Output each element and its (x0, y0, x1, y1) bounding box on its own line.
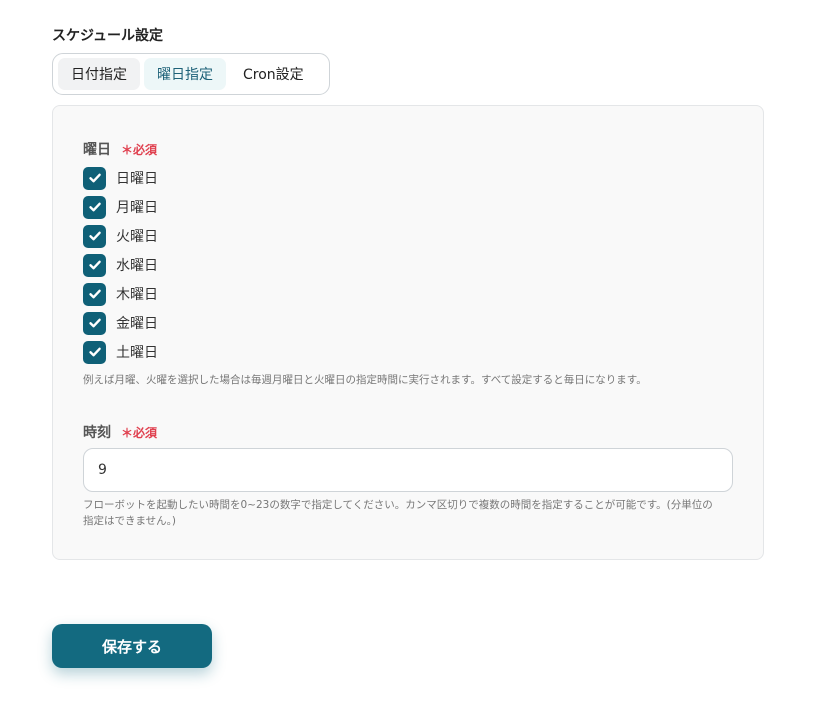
checkbox-label: 月曜日 (116, 200, 158, 216)
section-title: スケジュール設定 (52, 28, 164, 44)
checkbox-checked-icon[interactable] (83, 282, 106, 306)
schedule-type-tabs: 日付指定 曜日指定 Cron設定 (52, 53, 330, 95)
settings-panel: 曜日 ＊必須 日曜日 月曜日 火曜日 水曜日 木曜日 金曜日 土曜日 例えば月曜… (52, 105, 764, 560)
required-badge: ＊必須 (121, 142, 158, 157)
checkbox-label: 日曜日 (116, 171, 158, 187)
time-label-text: 時刻 (83, 425, 111, 441)
checkbox-saturday[interactable]: 土曜日 (83, 340, 158, 364)
checkbox-label: 木曜日 (116, 287, 158, 303)
checkbox-sunday[interactable]: 日曜日 (83, 166, 158, 190)
time-field-label: 時刻 ＊必須 (83, 422, 157, 442)
checkbox-checked-icon[interactable] (83, 195, 106, 219)
checkbox-label: 火曜日 (116, 229, 158, 245)
checkbox-thursday[interactable]: 木曜日 (83, 282, 158, 306)
checkbox-monday[interactable]: 月曜日 (83, 195, 158, 219)
checkbox-checked-icon[interactable] (83, 166, 106, 190)
time-helper-text: フローボットを起動したい時間を0~23の数字で指定してください。カンマ区切りで複… (83, 497, 713, 529)
weekday-helper-text: 例えば月曜、火曜を選択した場合は毎週月曜日と火曜日の指定時間に実行されます。すべ… (83, 374, 647, 386)
time-helper-line: 指定はできません。) (83, 515, 177, 527)
tab-weekday[interactable]: 曜日指定 (144, 58, 226, 90)
checkbox-checked-icon[interactable] (83, 340, 106, 364)
weekday-label-text: 曜日 (83, 142, 111, 158)
time-helper-line: フローボットを起動したい時間を0~23の数字で指定してください。カンマ区切りで複… (83, 499, 713, 511)
tab-date[interactable]: 日付指定 (58, 58, 140, 90)
required-badge: ＊必須 (121, 425, 158, 440)
checkbox-label: 金曜日 (116, 316, 158, 332)
checkbox-wednesday[interactable]: 水曜日 (83, 253, 158, 277)
checkbox-checked-icon[interactable] (83, 224, 106, 248)
checkbox-label: 水曜日 (116, 258, 158, 274)
checkbox-checked-icon[interactable] (83, 311, 106, 335)
save-button[interactable]: 保存する (52, 624, 212, 668)
checkbox-tuesday[interactable]: 火曜日 (83, 224, 158, 248)
checkbox-checked-icon[interactable] (83, 253, 106, 277)
weekday-field-label: 曜日 ＊必須 (83, 139, 157, 159)
time-input[interactable] (83, 448, 733, 492)
checkbox-label: 土曜日 (116, 345, 158, 361)
tab-cron[interactable]: Cron設定 (230, 58, 317, 90)
checkbox-friday[interactable]: 金曜日 (83, 311, 158, 335)
